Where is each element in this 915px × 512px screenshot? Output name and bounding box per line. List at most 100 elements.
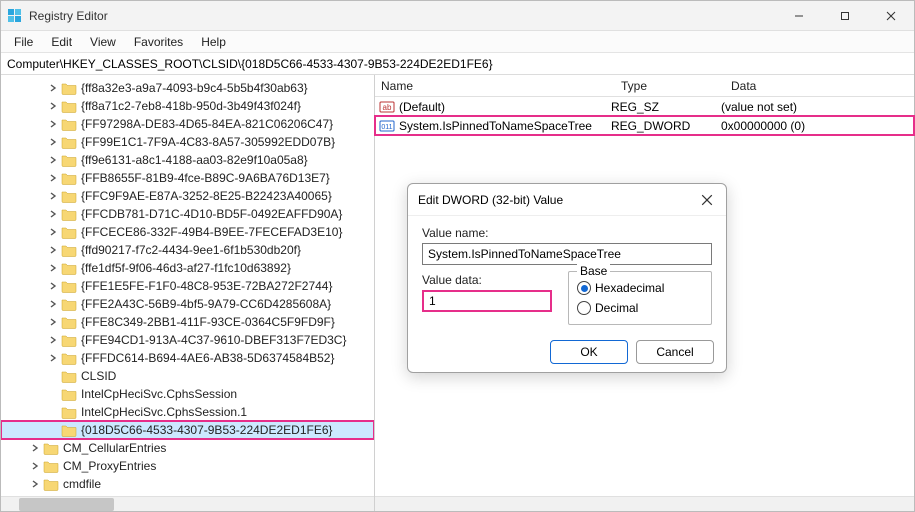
svg-text:011: 011 (381, 124, 392, 131)
radio-decimal[interactable]: Decimal (577, 298, 703, 318)
tree-row[interactable]: {FFCDB781-D71C-4D10-BD5F-0492EAFFD90A} (1, 205, 374, 223)
radio-label: Decimal (595, 301, 638, 315)
value-type-icon: 011 (379, 118, 395, 134)
value-data-label: Value data: (422, 273, 552, 287)
tree-label: {FF97298A-DE83-4D65-84EA-821C06206C47} (81, 117, 333, 131)
chevron-right-icon[interactable] (47, 118, 59, 130)
chevron-right-icon[interactable] (47, 100, 59, 112)
folder-icon (43, 459, 59, 473)
chevron-right-icon[interactable] (29, 478, 41, 490)
folder-icon (61, 387, 77, 401)
tree[interactable]: {ff8a32e3-a9a7-4093-b9c4-5b5b4f30ab63}{f… (1, 75, 374, 495)
value-name-input[interactable] (422, 243, 712, 265)
tree-row[interactable]: {FFE2A43C-56B9-4bf5-9A79-CC6D4285608A} (1, 295, 374, 313)
tree-row[interactable]: {ff8a71c2-7eb8-418b-950d-3b49f43f024f} (1, 97, 374, 115)
tree-row[interactable]: {FFB8655F-81B9-4fce-B89C-9A6BA76D13E7} (1, 169, 374, 187)
tree-row[interactable]: {FF97298A-DE83-4D65-84EA-821C06206C47} (1, 115, 374, 133)
menu-favorites[interactable]: Favorites (126, 33, 191, 51)
address-input[interactable] (5, 55, 910, 73)
tree-row[interactable]: {FFE94CD1-913A-4C37-9610-DBEF313F7ED3C} (1, 331, 374, 349)
folder-icon (61, 117, 77, 131)
chevron-right-icon[interactable] (47, 280, 59, 292)
folder-icon (61, 279, 77, 293)
folder-icon (61, 171, 77, 185)
tree-row[interactable]: {FFCECE86-332F-49B4-B9EE-7FECEFAD3E10} (1, 223, 374, 241)
folder-icon (61, 351, 77, 365)
radio-hexadecimal[interactable]: Hexadecimal (577, 278, 703, 298)
chevron-right-icon[interactable] (47, 352, 59, 364)
menu-view[interactable]: View (82, 33, 124, 51)
tree-label: {FFE8C349-2BB1-411F-93CE-0364C5F9FD9F} (81, 315, 335, 329)
chevron-right-icon[interactable] (47, 154, 59, 166)
ok-button[interactable]: OK (550, 340, 628, 364)
tree-row[interactable]: IntelCpHeciSvc.CphsSession.1 (1, 403, 374, 421)
tree-row[interactable]: {ff9e6131-a8c1-4188-aa03-82e9f10a05a8} (1, 151, 374, 169)
menubar: File Edit View Favorites Help (1, 31, 914, 53)
tree-row[interactable]: {ffe1df5f-9f06-46d3-af27-f1fc10d63892} (1, 259, 374, 277)
chevron-right-icon[interactable] (47, 82, 59, 94)
chevron-right-icon[interactable] (47, 190, 59, 202)
titlebar: Registry Editor (1, 1, 914, 31)
tree-label: {FFE2A43C-56B9-4bf5-9A79-CC6D4285608A} (81, 297, 331, 311)
list-row[interactable]: ab(Default)REG_SZ(value not set) (375, 97, 914, 116)
col-data[interactable]: Data (725, 79, 914, 93)
chevron-right-icon[interactable] (29, 460, 41, 472)
tree-label: {FFC9F9AE-E87A-3252-8E25-B22423A40065} (81, 189, 332, 203)
tree-row[interactable]: CM_ProxyEntries (1, 457, 374, 475)
tree-row[interactable]: {018D5C66-4533-4307-9B53-224DE2ED1FE6} (1, 421, 374, 439)
dialog-titlebar: Edit DWORD (32-bit) Value (408, 184, 726, 216)
tree-row[interactable]: CM_CellularEntries (1, 439, 374, 457)
tree-row[interactable]: cmdfile (1, 475, 374, 493)
folder-icon (61, 261, 77, 275)
chevron-right-icon[interactable] (47, 262, 59, 274)
tree-row[interactable]: {FFE1E5FE-F1F0-48C8-953E-72BA272F2744} (1, 277, 374, 295)
col-name[interactable]: Name (375, 79, 615, 93)
maximize-button[interactable] (822, 1, 868, 31)
menu-edit[interactable]: Edit (43, 33, 80, 51)
tree-row[interactable]: {FFE8C349-2BB1-411F-93CE-0364C5F9FD9F} (1, 313, 374, 331)
cancel-button[interactable]: Cancel (636, 340, 714, 364)
folder-icon (61, 153, 77, 167)
menu-help[interactable]: Help (193, 33, 234, 51)
tree-label: {FFE1E5FE-F1F0-48C8-953E-72BA272F2744} (81, 279, 332, 293)
folder-icon (61, 315, 77, 329)
tree-label: {ff9e6131-a8c1-4188-aa03-82e9f10a05a8} (81, 153, 308, 167)
chevron-right-icon[interactable] (47, 298, 59, 310)
chevron-right-icon[interactable] (47, 244, 59, 256)
tree-row[interactable]: CLSID (1, 367, 374, 385)
scrollbar-thumb[interactable] (19, 498, 114, 511)
folder-icon (61, 297, 77, 311)
list-scrollbar-h[interactable] (375, 496, 914, 511)
tree-row[interactable]: {FFC9F9AE-E87A-3252-8E25-B22423A40065} (1, 187, 374, 205)
tree-row[interactable]: IntelCpHeciSvc.CphsSession (1, 385, 374, 403)
minimize-button[interactable] (776, 1, 822, 31)
value-data-input[interactable] (422, 290, 552, 312)
chevron-right-icon[interactable] (47, 172, 59, 184)
tree-row[interactable]: {FFFDC614-B694-4AE6-AB38-5D6374584B52} (1, 349, 374, 367)
chevron-right-icon[interactable] (47, 334, 59, 346)
value-name: (Default) (399, 100, 445, 114)
tree-label: CM_ProxyEntries (63, 459, 156, 473)
tree-scrollbar-h[interactable] (1, 496, 374, 511)
list-row[interactable]: 011System.IsPinnedToNameSpaceTreeREG_DWO… (375, 116, 914, 135)
folder-icon (61, 243, 77, 257)
chevron-right-icon[interactable] (47, 316, 59, 328)
tree-label: cmdfile (63, 477, 101, 491)
chevron-right-icon[interactable] (47, 208, 59, 220)
menu-file[interactable]: File (6, 33, 41, 51)
tree-pane: {ff8a32e3-a9a7-4093-b9c4-5b5b4f30ab63}{f… (1, 75, 375, 511)
close-button[interactable] (868, 1, 914, 31)
folder-icon (61, 135, 77, 149)
tree-label: CLSID (81, 369, 116, 383)
folder-icon (61, 369, 77, 383)
tree-row[interactable]: {FF99E1C1-7F9A-4C83-8A57-305992EDD07B} (1, 133, 374, 151)
chevron-right-icon[interactable] (47, 226, 59, 238)
dialog-close-button[interactable] (698, 191, 716, 209)
col-type[interactable]: Type (615, 79, 725, 93)
tree-label: {018D5C66-4533-4307-9B53-224DE2ED1FE6} (81, 423, 333, 437)
chevron-right-icon[interactable] (29, 442, 41, 454)
tree-row[interactable]: {ffd90217-f7c2-4434-9ee1-6f1b530db20f} (1, 241, 374, 259)
chevron-right-icon[interactable] (47, 136, 59, 148)
folder-icon (61, 99, 77, 113)
tree-row[interactable]: {ff8a32e3-a9a7-4093-b9c4-5b5b4f30ab63} (1, 79, 374, 97)
